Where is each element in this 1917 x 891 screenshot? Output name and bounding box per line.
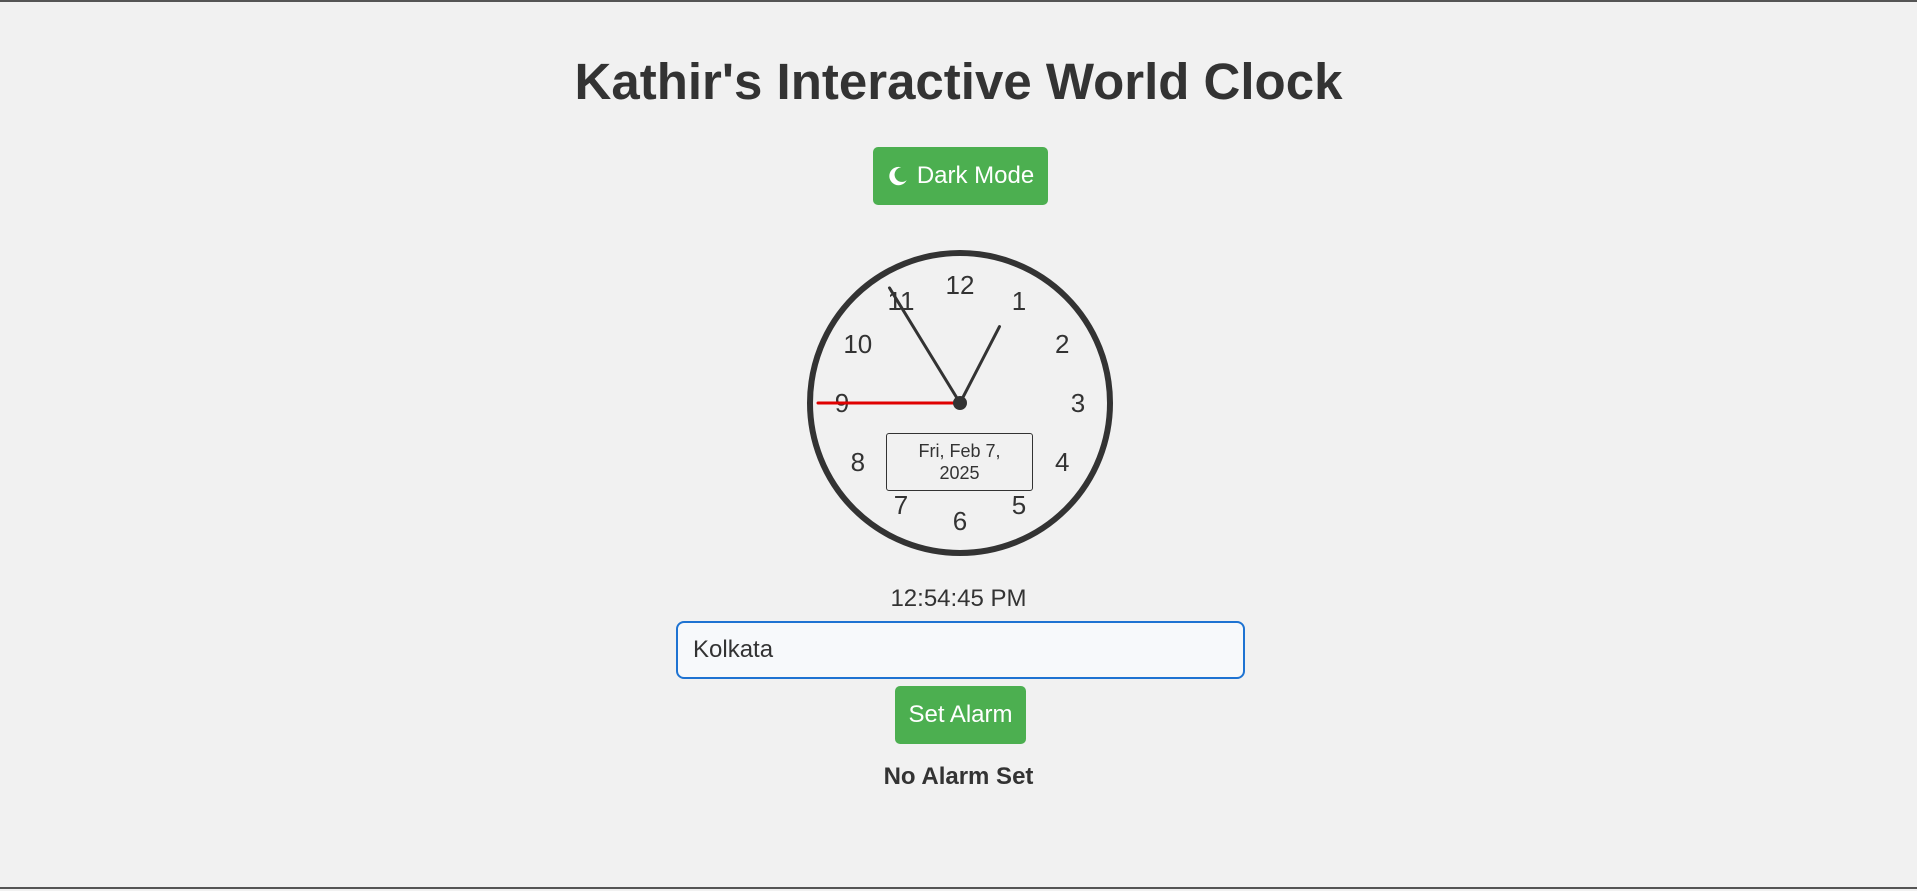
clock-number: 7 xyxy=(894,490,908,520)
clock-number: 10 xyxy=(843,329,872,359)
clock-number: 12 xyxy=(946,270,975,300)
clock-number: 6 xyxy=(953,506,967,536)
timezone-input[interactable] xyxy=(676,621,1245,679)
clock-number: 8 xyxy=(851,447,865,477)
clock-center-pin xyxy=(953,396,967,410)
clock-number: 4 xyxy=(1055,447,1069,477)
clock-number: 5 xyxy=(1012,490,1026,520)
digital-time: 12:54:45 PM xyxy=(890,585,1027,612)
set-alarm-button[interactable]: Set Alarm xyxy=(895,686,1026,744)
clock-date-label: Fri, Feb 7, 2025 xyxy=(886,433,1033,491)
clock-number: 3 xyxy=(1071,388,1085,418)
clock-number: 2 xyxy=(1055,329,1069,359)
clock-number: 1 xyxy=(1012,286,1026,316)
alarm-status: No Alarm Set xyxy=(883,763,1034,790)
